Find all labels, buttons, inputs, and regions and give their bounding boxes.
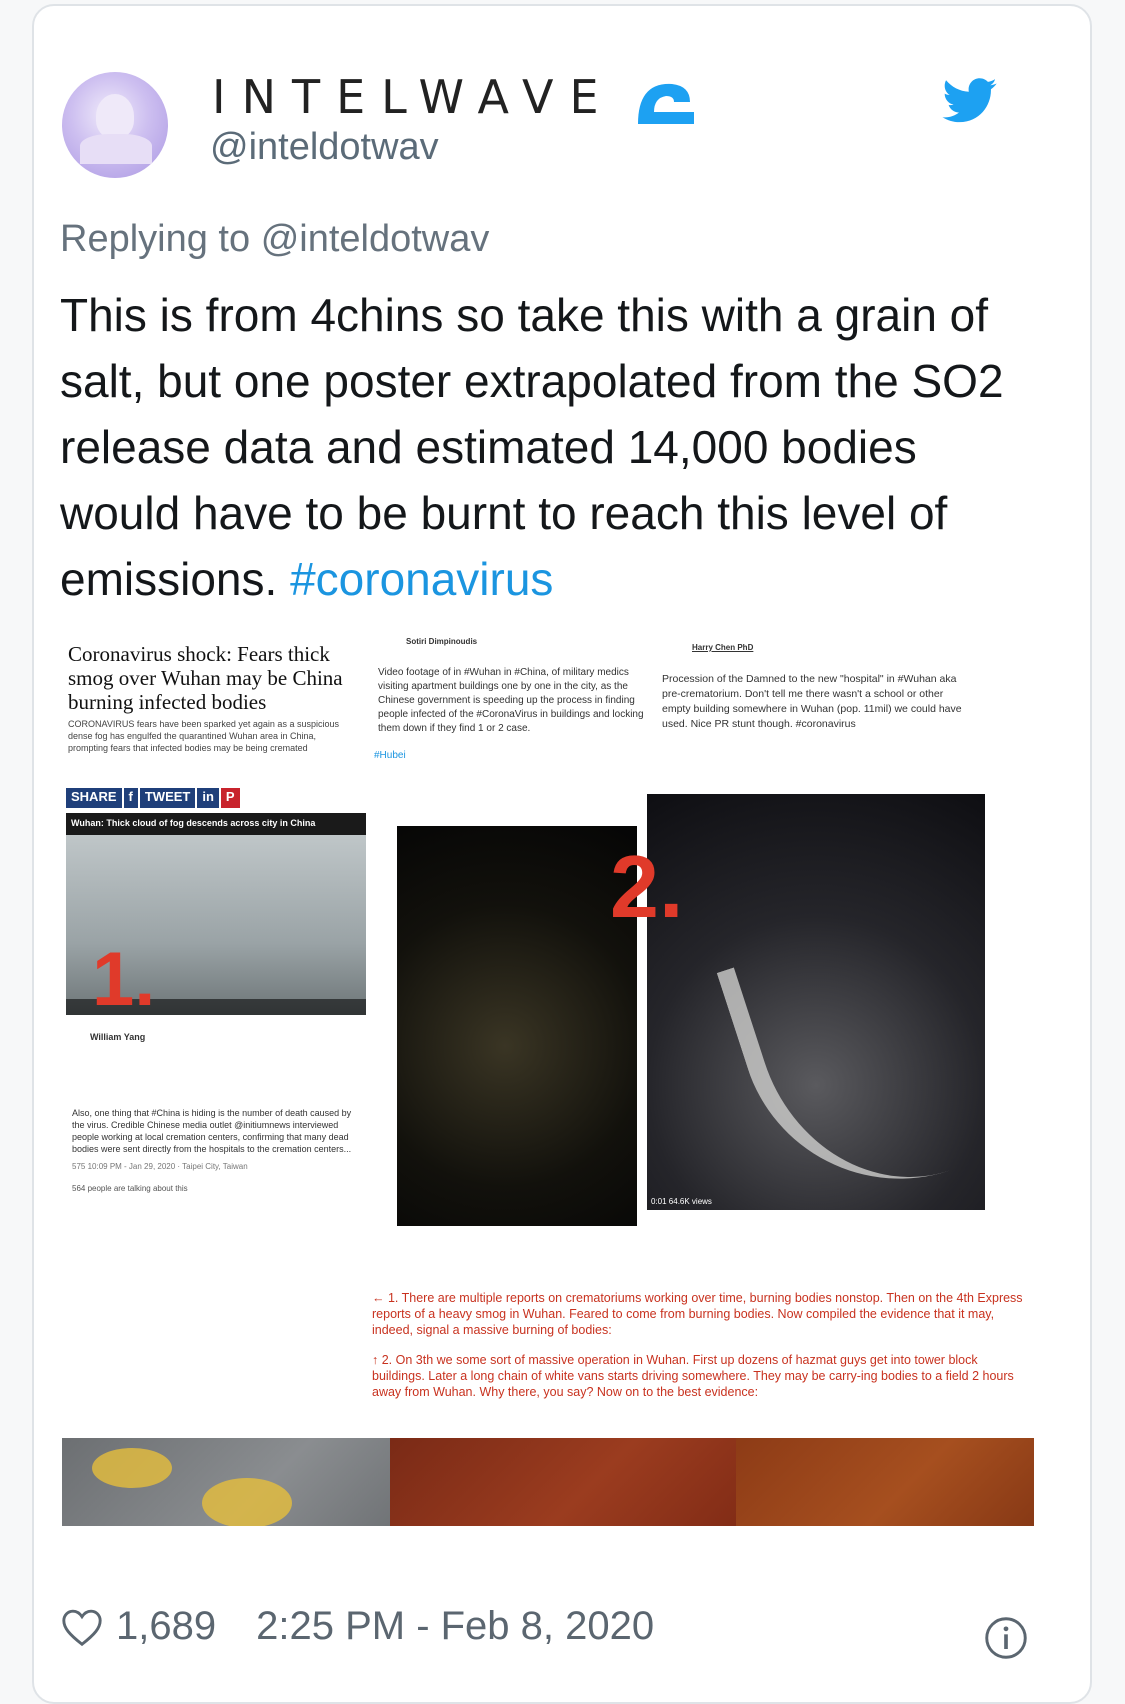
bust-base-graphic: [80, 134, 152, 164]
fire-hotspot: [202, 1478, 292, 1526]
tweet-timestamp[interactable]: 2:25 PM - Feb 8, 2020: [256, 1604, 654, 1649]
harry-name: Harry Chen PhD: [692, 643, 754, 652]
tweet-footer: 1,689 2:25 PM - Feb 8, 2020: [60, 1604, 654, 1649]
video-caption: Wuhan: Thick cloud of fog descends acros…: [66, 813, 366, 835]
share-label: SHARE: [66, 788, 122, 808]
share-linkedin: in: [197, 788, 219, 808]
sotiri-name: Sotiri Dimpinoudis: [406, 637, 478, 646]
share-facebook: f: [123, 788, 138, 808]
user-handle[interactable]: @inteldotwav: [210, 126, 439, 169]
article-title: Coronavirus shock: Fears thick smog over…: [68, 642, 343, 714]
harry-text: Procession of the Damned to the new "hos…: [662, 673, 962, 730]
evidence-notes: ← 1. There are multiple reports on crema…: [372, 1290, 1032, 1414]
harry-tweet: Harry Chen PhD Procession of the Damned …: [662, 636, 962, 756]
display-name[interactable]: INTELWAVE: [212, 70, 615, 124]
william-name: William Yang: [90, 1032, 146, 1042]
evidence-note-2: ↑ 2. On 3th we some sort of massive oper…: [372, 1353, 1014, 1399]
william-tweet: William Yang Also, one thing that #China…: [72, 1031, 362, 1195]
so2-region-map-image: [736, 1438, 1034, 1526]
heart-icon[interactable]: [60, 1607, 104, 1647]
annotation-number-2: 2.: [610, 837, 684, 936]
tweet-text: This is from 4chins so take this with a …: [60, 282, 1020, 612]
sotiri-tweet: Sotiri Dimpinoudis Video footage of in #…: [374, 636, 644, 766]
bust-graphic: [96, 94, 134, 138]
views-counter: 0:01 64.6K views: [651, 1197, 712, 1206]
william-meta: 575 10:09 PM - Jan 29, 2020 · Taipei Cit…: [72, 1162, 248, 1171]
evidence-note-1: ← 1. There are multiple reports on crema…: [372, 1291, 1023, 1337]
fire-hotspot: [92, 1448, 172, 1488]
so2-map-image: [390, 1438, 736, 1526]
replying-to: Replying to @inteldotwav: [60, 218, 489, 261]
twitter-bird-icon[interactable]: [942, 78, 998, 124]
fire-map-image: [62, 1438, 390, 1526]
share-bar: SHARE f TWEET in P: [66, 788, 240, 808]
hashtag-link[interactable]: #coronavirus: [290, 553, 553, 605]
info-icon[interactable]: [984, 1616, 1028, 1660]
tweet-media-image[interactable]: Coronavirus shock: Fears thick smog over…: [62, 636, 1034, 1526]
avatar[interactable]: [62, 72, 168, 178]
article-subtitle: CORONAVIRUS fears have been sparked yet …: [68, 719, 339, 753]
share-pinterest: P: [220, 788, 240, 808]
replying-handle-link[interactable]: @inteldotwav: [261, 218, 490, 260]
wave-logo-icon: [638, 83, 694, 124]
article-panel: Coronavirus shock: Fears thick smog over…: [62, 636, 372, 1193]
hubei-tag: #Hubei: [374, 750, 406, 761]
share-tweet: TWEET: [139, 788, 196, 808]
annotation-number-1: 1.: [92, 937, 156, 1022]
william-talk: 564 people are talking about this: [72, 1184, 188, 1193]
william-text: Also, one thing that #China is hiding is…: [72, 1108, 352, 1154]
replying-prefix: Replying to: [60, 218, 251, 260]
like-count[interactable]: 1,689: [116, 1604, 216, 1649]
night-apartments-video: [397, 826, 637, 1226]
sotiri-text: Video footage of in #Wuhan in #China, of…: [378, 667, 644, 734]
